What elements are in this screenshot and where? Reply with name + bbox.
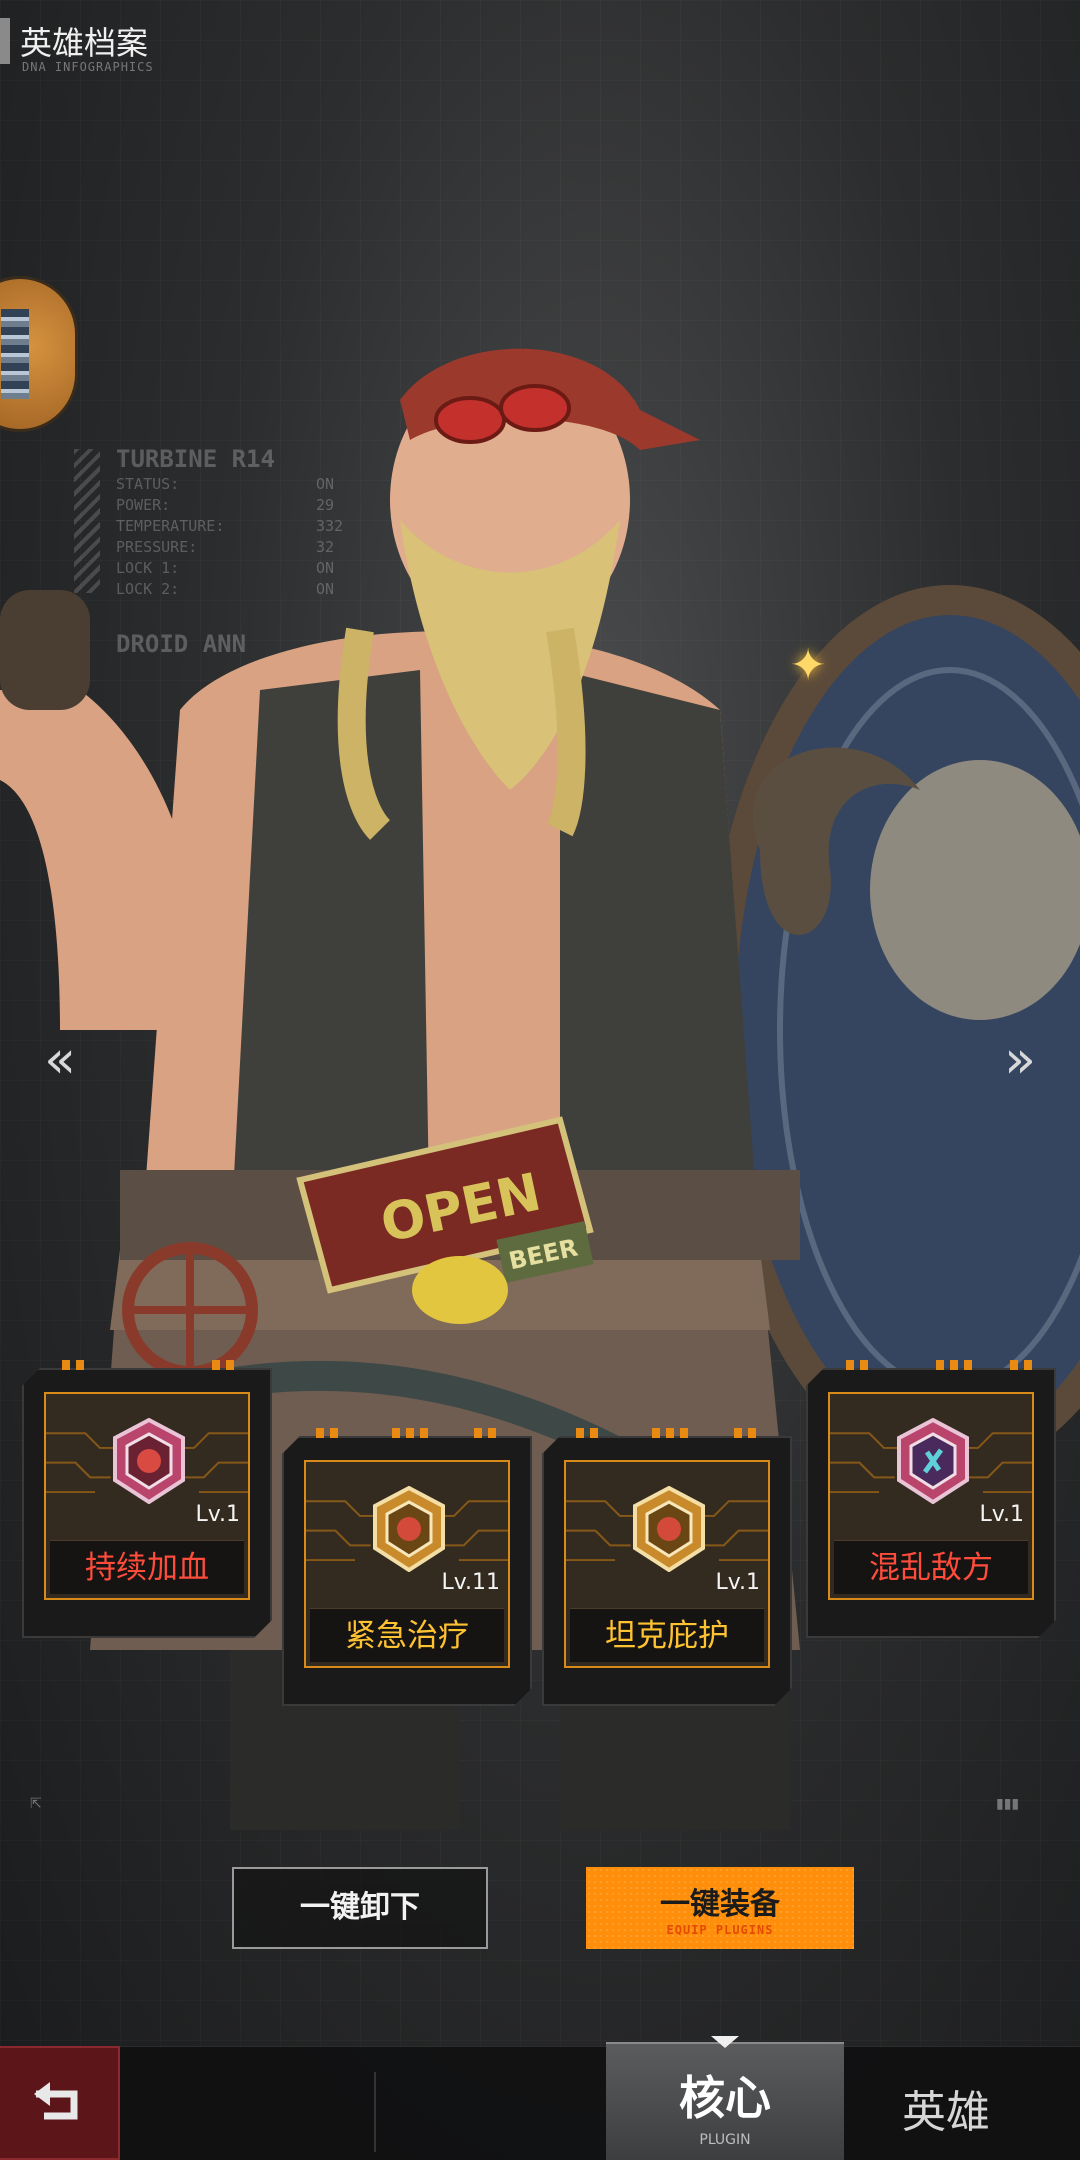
previous-hero-button[interactable]: «: [30, 1030, 90, 1090]
plugin-level: Lv.1: [979, 1502, 1024, 1527]
equip-all-label: 一键装备: [660, 1887, 780, 1922]
plugin-name: 持续加血: [50, 1540, 244, 1594]
plugin-card: Lv.1 持续加血: [44, 1392, 250, 1600]
plugin-slot-4[interactable]: Lv.1 混乱敌方: [806, 1360, 1056, 1638]
double-chevron-right-icon: »: [1004, 1030, 1036, 1090]
page-title: 英雄档案: [20, 24, 149, 62]
signal-bars-icon: ▮▮▮: [996, 1796, 1020, 1812]
plugin-card: Lv.1 坦克庇护: [564, 1460, 770, 1668]
corner-mark: ⇱: [30, 1796, 42, 1812]
plugin-indicator-dots: [302, 1428, 512, 1440]
plugin-slot-1[interactable]: Lv.1 持续加血: [22, 1360, 272, 1638]
plugin-indicator-dots: [562, 1428, 772, 1440]
plugin-indicator-dots: [42, 1360, 252, 1372]
plugin-level: Lv.11: [441, 1570, 500, 1595]
plugin-slot-3[interactable]: Lv.1 坦克庇护: [542, 1428, 792, 1706]
tab-core-label: 核心: [679, 2071, 771, 2125]
tab-core[interactable]: 核心 PLUGIN: [606, 2042, 844, 2160]
tab-hero[interactable]: 英雄: [902, 2076, 990, 2140]
plugin-name: 坦克庇护: [570, 1608, 764, 1662]
plugin-name: 紧急治疗: [310, 1608, 504, 1662]
header-accent-bar: [0, 18, 10, 64]
back-button[interactable]: [0, 2046, 120, 2160]
equip-all-button[interactable]: 一键装备 EQUIP PLUGINS: [586, 1867, 854, 1949]
tank-shield-emblem-icon: [633, 1486, 705, 1572]
tab-core-sublabel: PLUGIN: [699, 2132, 751, 2148]
next-hero-button[interactable]: »: [990, 1030, 1050, 1090]
heal-emblem-icon: [113, 1418, 185, 1504]
plugin-name: 混乱敌方: [834, 1540, 1028, 1594]
equip-all-sublabel: EQUIP PLUGINS: [666, 1923, 774, 1937]
page-subtitle: DNA INFOGRAPHICS: [22, 60, 154, 74]
plugin-level: Lv.1: [195, 1502, 240, 1527]
plugin-card: Lv.1 混乱敌方: [828, 1392, 1034, 1600]
emergency-heal-emblem-icon: [373, 1486, 445, 1572]
bottom-divider: [374, 2072, 376, 2152]
unequip-all-button[interactable]: 一键卸下: [232, 1867, 488, 1949]
active-tab-indicator: [711, 2036, 739, 2048]
plugin-indicator-dots: [826, 1360, 1036, 1372]
chaos-emblem-icon: [897, 1418, 969, 1504]
plugin-level: Lv.1: [715, 1570, 760, 1595]
return-arrow-icon: [34, 2082, 78, 2120]
plugin-card: Lv.11 紧急治疗: [304, 1460, 510, 1668]
double-chevron-left-icon: «: [44, 1030, 76, 1090]
plugin-slot-2[interactable]: Lv.11 紧急治疗: [282, 1428, 532, 1706]
sparkle-icon: ✦: [789, 640, 827, 691]
